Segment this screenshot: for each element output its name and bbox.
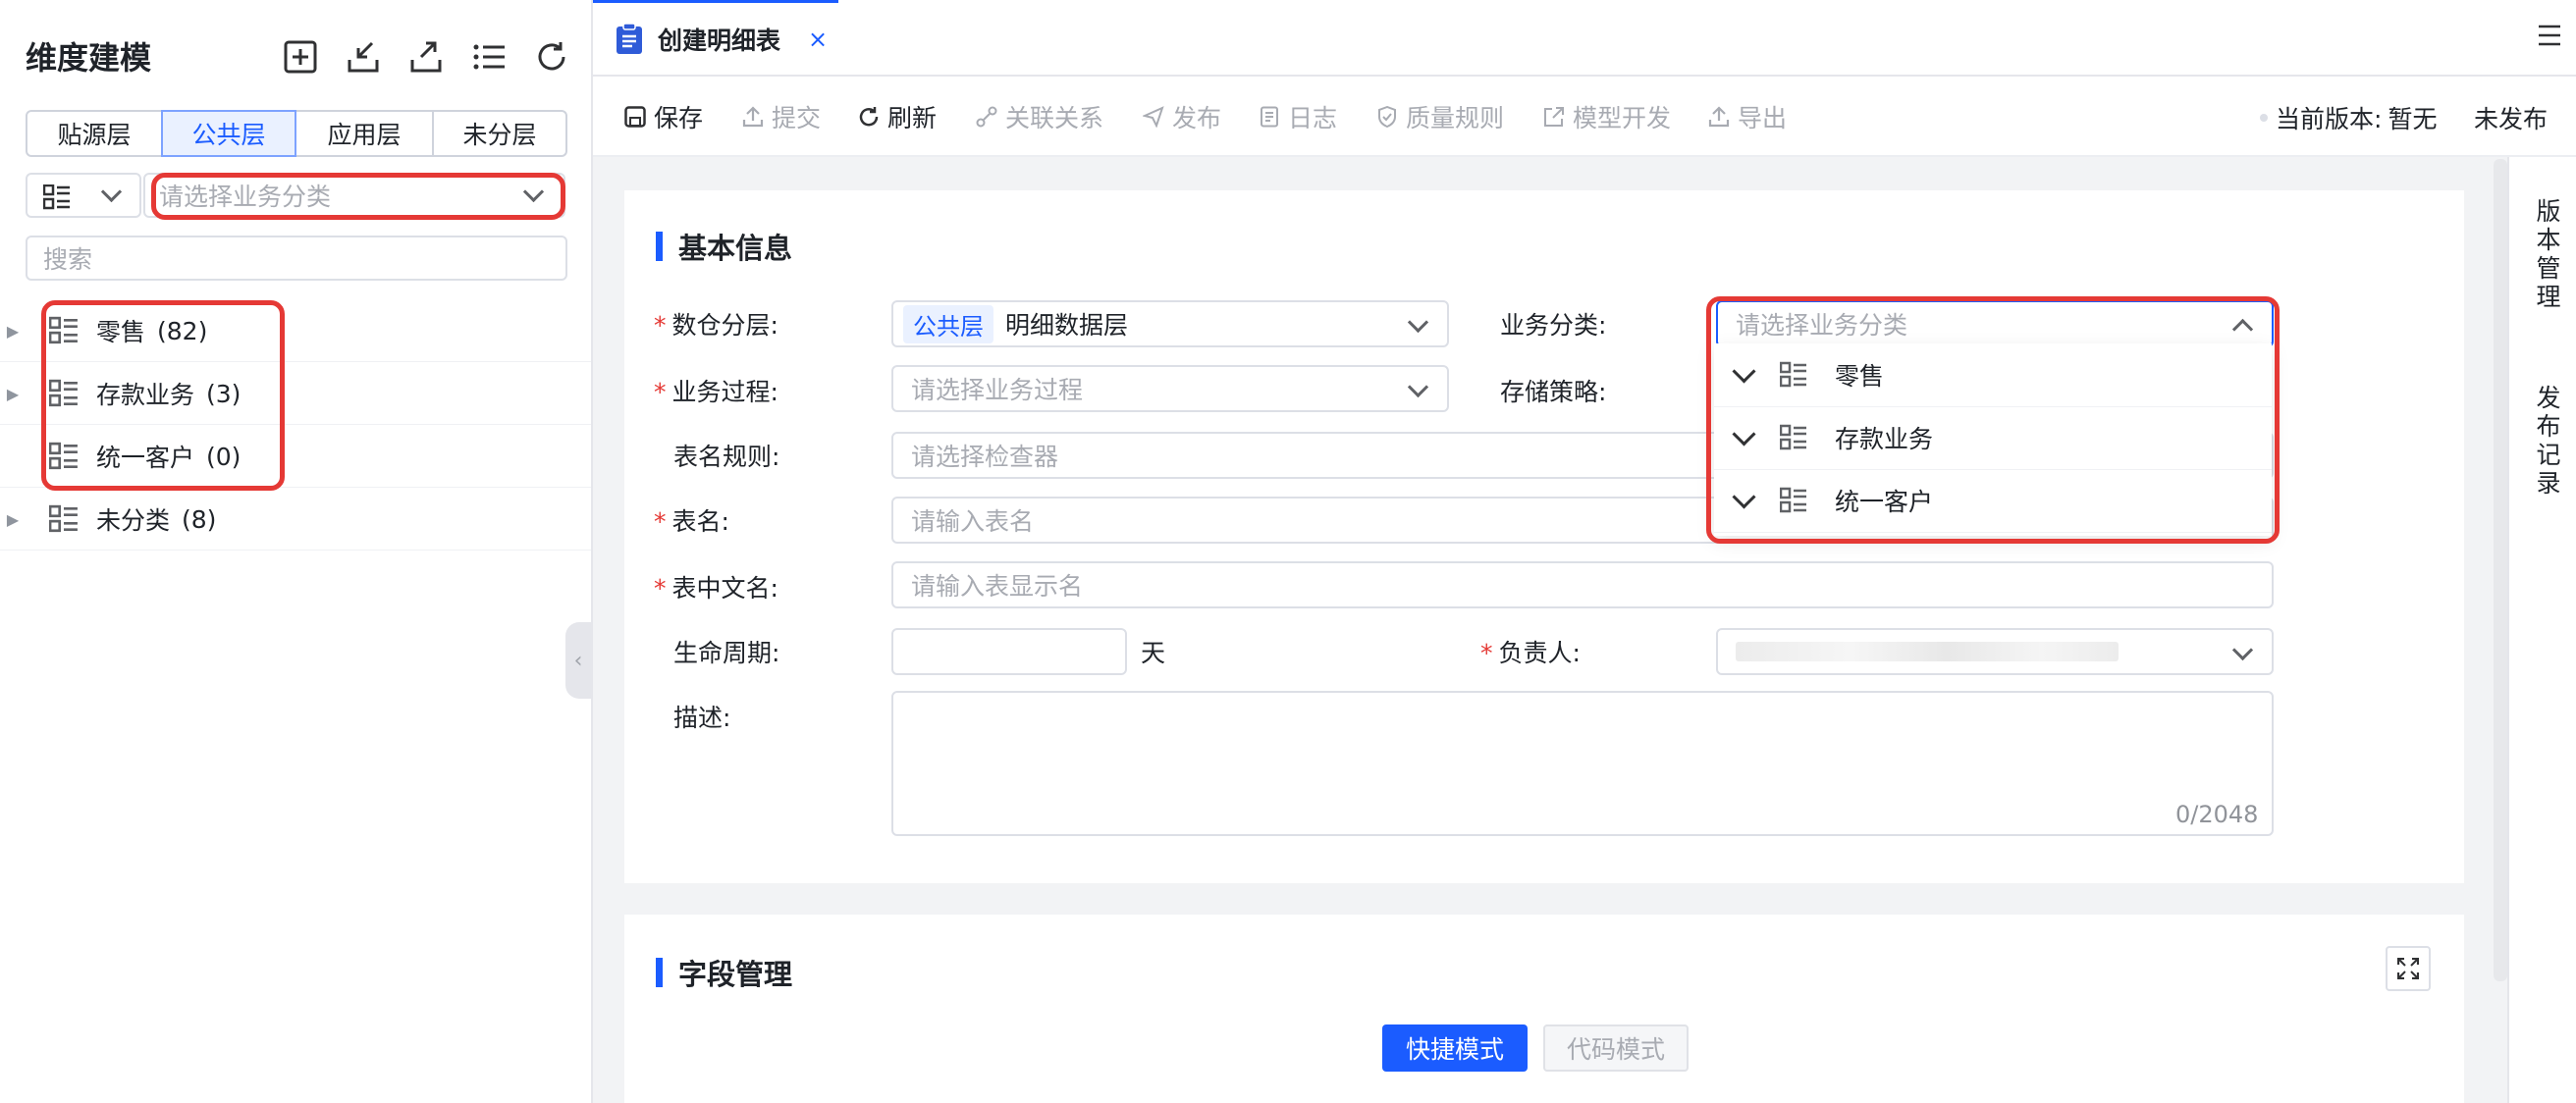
export-icon [1708,106,1730,128]
table-cn-name-input[interactable]: 请输入表显示名 [891,561,2274,608]
layer-select[interactable]: 公共层 明细数据层 [891,300,1449,347]
save-icon [624,106,646,128]
highlight-box [151,173,565,220]
right-side-panel: 版本管理 发布记录 [2507,157,2576,1103]
chevron-down-icon [1407,376,1429,398]
table-cn-name-label: * 表中文名: [654,574,778,603]
refresh-label: 刷新 [887,104,938,132]
save-label: 保存 [654,104,704,132]
layer-tab-source[interactable]: 贴源层 [26,110,163,157]
layer-value: 明细数据层 [1005,311,1129,340]
caret-right-icon[interactable]: ▶ [0,322,26,341]
status-dot [2260,114,2268,122]
version-management-tab[interactable]: 版本管理 [2529,198,2564,312]
quick-mode-button[interactable]: 快捷模式 [1382,1024,1528,1072]
caret-right-icon[interactable]: ▶ [0,385,26,403]
link-icon [976,106,997,128]
version-value: 暂无 [2388,105,2438,133]
send-icon [1143,106,1164,128]
refresh-icon[interactable] [530,35,573,79]
log-icon [1261,106,1278,128]
relation-button[interactable]: 关联关系 [976,98,1103,135]
layer-tab-application[interactable]: 应用层 [295,110,434,157]
sidebar-title: 维度建模 [26,39,152,77]
category-icon [43,184,70,210]
version-info: 当前版本: 暂无 [2276,100,2437,135]
tree-item-count: (8) [182,504,217,534]
layer-tab-unlayered[interactable]: 未分层 [432,110,567,157]
fullscreen-icon[interactable] [2386,946,2431,991]
tree-item-label: 未分类 [96,506,171,535]
export-button[interactable]: 导出 [1708,98,1787,135]
layer-label: * 数仓分层: [654,311,778,340]
export-label: 导出 [1738,104,1788,132]
category-icon [49,504,78,533]
category-label: 业务分类: [1500,311,1607,340]
submit-label: 提交 [772,104,822,132]
publish-label: 发布 [1172,104,1222,132]
import-icon[interactable] [342,35,385,79]
publish-button[interactable]: 发布 [1143,98,1221,135]
blurred-owner-value [1736,642,2119,661]
tab-bar [593,0,2576,77]
log-label: 日志 [1288,104,1338,132]
search-input[interactable]: 搜索 [26,236,567,281]
sidebar: 维度建模 贴源层 公共层 应用层 未分层 请选择业务分类 搜索 ▶ 零售 (82… [0,0,593,1103]
highlight-box [1706,296,2280,544]
basic-info-title: 基本信息 [656,226,792,267]
document-icon [617,22,642,54]
highlight-box [41,300,285,491]
shield-icon [1378,106,1396,128]
tab-create-detail-table[interactable]: 创建明细表 × [593,0,838,75]
refresh-button[interactable]: 刷新 [858,98,937,135]
view-mode-select[interactable] [26,173,141,218]
chevron-down-icon [2231,639,2254,661]
upload-icon [742,106,764,128]
lifecycle-unit: 天 [1141,639,1166,667]
layer-tag: 公共层 [903,304,993,343]
list-icon[interactable] [467,35,510,79]
submit-button[interactable]: 提交 [742,98,821,135]
lifecycle-label: 生命周期: [673,639,780,667]
caret-right-icon[interactable]: ▶ [0,510,26,529]
menu-icon[interactable] [2539,24,2560,51]
field-management-card [624,915,2464,1103]
collapse-handle[interactable]: ‹ [565,622,591,699]
storage-label: 存储策略: [1500,378,1607,406]
lifecycle-input[interactable] [891,628,1127,675]
description-label: 描述: [673,704,731,732]
quality-rules-button[interactable]: 质量规则 [1376,98,1504,135]
table-name-label: * 表名: [654,507,729,536]
owner-select[interactable] [1716,628,2274,675]
close-icon[interactable]: × [808,26,828,53]
code-mode-button[interactable]: 代码模式 [1543,1024,1689,1072]
quality-label: 质量规则 [1406,104,1505,132]
naming-rule-label: 表名规则: [673,443,780,471]
description-counter: 0/2048 [2175,801,2259,828]
model-dev-button[interactable]: 模型开发 [1543,98,1671,135]
chevron-down-icon [100,181,123,203]
scrollbar[interactable] [2494,159,2507,981]
chevron-down-icon [1407,311,1429,334]
log-button[interactable]: 日志 [1259,98,1337,135]
layer-tab-common[interactable]: 公共层 [161,110,296,157]
model-dev-label: 模型开发 [1573,104,1672,132]
publish-status: 未发布 [2474,105,2549,133]
description-textarea[interactable] [891,691,2274,836]
owner-label: * 负责人: [1480,639,1581,667]
tab-title: 创建明细表 [658,26,781,55]
tree-item-uncategorized[interactable]: ▶ 未分类 (8) [0,489,591,551]
refresh-icon [859,107,879,127]
export-icon[interactable] [404,35,448,79]
add-square-icon[interactable] [279,35,322,79]
process-label: * 业务过程: [654,378,778,406]
external-link-icon [1544,107,1564,127]
version-label: 当前版本: [2276,105,2383,133]
business-process-select[interactable]: 请选择业务过程 [891,365,1449,412]
save-button[interactable]: 保存 [624,98,703,135]
publish-record-tab[interactable]: 发布记录 [2529,385,2564,499]
field-management-title: 字段管理 [656,952,792,993]
relation-label: 关联关系 [1005,104,1104,132]
